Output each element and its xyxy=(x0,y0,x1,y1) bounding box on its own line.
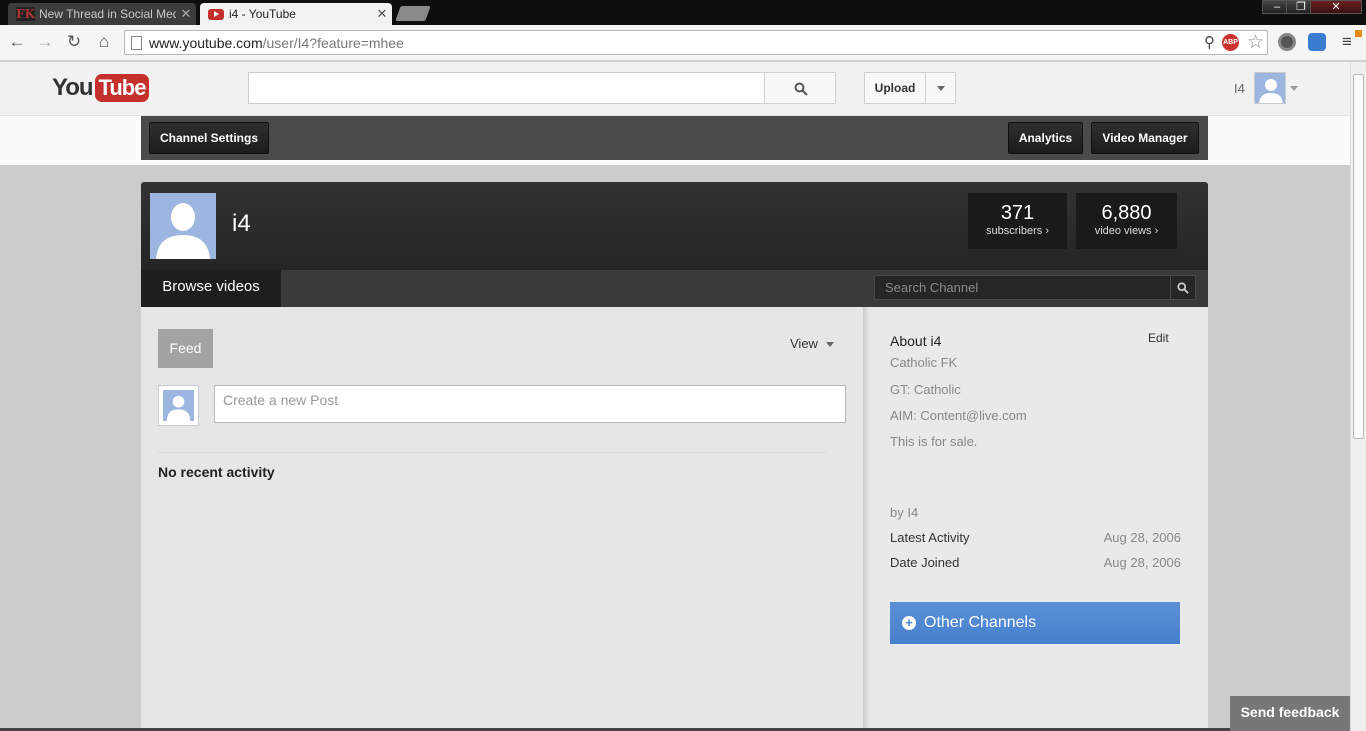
channel-avatar xyxy=(150,193,216,259)
new-tab-button[interactable] xyxy=(395,6,431,21)
scrollbar[interactable] xyxy=(1350,62,1366,731)
youtube-icon xyxy=(208,8,224,20)
feed-column: Feed View Create a new Post No recent ac… xyxy=(141,307,863,731)
user-silhouette-icon xyxy=(156,203,210,259)
latest-activity-label: Latest Activity xyxy=(890,530,970,545)
date-joined-label: Date Joined xyxy=(890,555,960,570)
post-avatar xyxy=(158,385,199,426)
video-views-label: video views › xyxy=(1094,225,1159,237)
browser-tab-social-media[interactable]: FK New Thread in Social Medi ✕ xyxy=(8,3,196,25)
channel-name: i4 xyxy=(232,210,251,237)
logo-you-text: You xyxy=(52,74,94,101)
other-channels-label: Other Channels xyxy=(924,614,1037,631)
close-icon[interactable]: ✕ xyxy=(176,6,196,22)
extension-icon[interactable] xyxy=(1308,33,1326,51)
back-arrow-icon[interactable]: ← xyxy=(6,31,28,53)
search-button[interactable] xyxy=(764,72,836,104)
tab-title: New Thread in Social Medi xyxy=(38,7,176,21)
home-icon[interactable]: ⌂ xyxy=(93,31,115,53)
subscribers-count: 371 xyxy=(1000,202,1035,224)
about-title: About i4 xyxy=(890,333,942,349)
channel-search-button[interactable] xyxy=(1170,275,1196,300)
tab-feed[interactable]: Feed xyxy=(158,329,213,368)
youtube-logo[interactable]: You Tube xyxy=(52,73,150,103)
about-by: by I4 xyxy=(890,505,919,520)
search-input[interactable] xyxy=(248,72,765,104)
channel-nav: Browse videos Search Channel xyxy=(141,270,1208,307)
forward-arrow-icon[interactable]: → xyxy=(34,31,56,53)
edit-about-link[interactable]: Edit xyxy=(1148,331,1169,345)
other-channels-button[interactable]: + Other Channels xyxy=(890,602,1180,644)
user-silhouette-icon xyxy=(166,395,191,421)
close-icon[interactable]: ✕ xyxy=(372,6,392,22)
browser-toolbar: ← → ↻ ⌂ www.youtube.com/user/I4?feature=… xyxy=(0,25,1366,61)
video-views-count: 6,880 xyxy=(1101,202,1152,224)
masthead: You Tube Upload I4 xyxy=(0,62,1350,116)
upload-button[interactable]: Upload xyxy=(864,72,926,104)
notification-badge xyxy=(1355,30,1362,37)
star-bookmark-icon[interactable]: ☆ xyxy=(1247,31,1264,54)
view-dropdown[interactable]: View xyxy=(790,336,834,351)
reload-icon[interactable]: ↻ xyxy=(63,31,85,53)
avatar[interactable] xyxy=(1254,72,1286,104)
date-joined-value: Aug 28, 2006 xyxy=(1103,555,1181,570)
channel-owner-bar: Channel Settings Analytics Video Manager xyxy=(141,116,1208,160)
divider xyxy=(158,452,826,453)
plus-circle-icon: + xyxy=(902,616,916,630)
adblock-icon[interactable]: ABP xyxy=(1222,34,1239,51)
page-icon xyxy=(131,36,142,50)
zoom-icon[interactable]: ⚲ xyxy=(1204,33,1215,51)
account-chevron-down-icon[interactable] xyxy=(1290,86,1298,91)
channel-header: i4 371 subscribers › 6,880 video views › xyxy=(141,182,1208,272)
about-line: AIM: Content@live.com xyxy=(890,408,1027,423)
subscribers-label: subscribers › xyxy=(986,225,1049,237)
address-bar[interactable]: www.youtube.com/user/I4?feature=mhee ⚲ A… xyxy=(124,30,1268,55)
user-name[interactable]: I4 xyxy=(1234,81,1245,96)
subscribers-stat[interactable]: 371 subscribers › xyxy=(968,193,1067,249)
about-sidebar: About i4 Edit Catholic FK GT: Catholic A… xyxy=(863,307,1208,731)
address-text: www.youtube.com/user/I4?feature=mhee xyxy=(149,35,404,51)
fk-favicon-icon: FK xyxy=(16,7,35,21)
search-icon xyxy=(794,82,808,96)
channel-search-input[interactable]: Search Channel xyxy=(874,275,1171,300)
tab-title: i4 - YouTube xyxy=(229,7,296,21)
upload-menu-button[interactable] xyxy=(925,72,956,104)
about-line: GT: Catholic xyxy=(890,382,961,397)
chevron-down-icon xyxy=(937,86,945,91)
video-views-stat[interactable]: 6,880 video views › xyxy=(1076,193,1177,249)
chevron-down-icon xyxy=(826,342,834,347)
scroll-thumb[interactable] xyxy=(1353,74,1364,439)
youtube-page: You Tube Upload I4 Channel Settings Anal… xyxy=(0,62,1350,731)
view-label: View xyxy=(790,336,818,351)
empty-feed-message: No recent activity xyxy=(158,464,275,480)
browser-tabstrip: FK New Thread in Social Medi ✕ i4 - YouT… xyxy=(0,0,1366,25)
about-line: This is for sale. xyxy=(890,434,978,449)
create-post-input[interactable]: Create a new Post xyxy=(214,385,846,423)
video-manager-button[interactable]: Video Manager xyxy=(1091,122,1199,154)
analytics-button[interactable]: Analytics xyxy=(1008,122,1083,154)
about-line: Catholic FK xyxy=(890,355,958,370)
user-silhouette-icon xyxy=(1259,79,1283,103)
search-icon xyxy=(1177,282,1189,294)
latest-activity-value: Aug 28, 2006 xyxy=(1103,530,1181,545)
logo-tube-text: Tube xyxy=(94,74,150,102)
channel-settings-button[interactable]: Channel Settings xyxy=(149,122,269,154)
close-window-icon[interactable]: ✕ xyxy=(1310,0,1362,14)
extension-wheel-icon[interactable] xyxy=(1278,33,1296,51)
avatar xyxy=(163,390,194,421)
browser-tab-youtube[interactable]: i4 - YouTube ✕ xyxy=(200,3,392,25)
send-feedback-button[interactable]: Send feedback xyxy=(1230,696,1350,731)
tab-browse-videos[interactable]: Browse videos xyxy=(141,270,281,307)
menu-icon[interactable]: ≡ xyxy=(1342,32,1352,52)
